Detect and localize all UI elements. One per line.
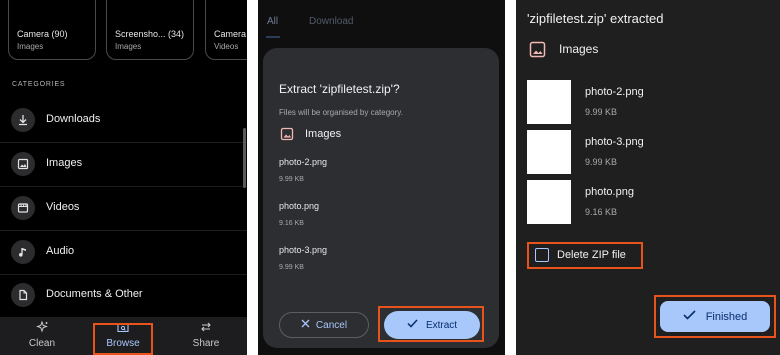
category-downloads[interactable]: Downloads (0, 99, 247, 142)
file-name: photo.png (279, 201, 320, 211)
categories-heading: CATEGORIES (12, 81, 66, 88)
dialog-title: Extract 'zipfiletest.zip'? (279, 82, 400, 96)
folder-type: Images (115, 42, 142, 51)
category-audio[interactable]: Audio (0, 231, 247, 274)
download-icon (11, 108, 35, 132)
section-heading: Images (305, 128, 342, 140)
scrollbar[interactable] (243, 128, 246, 188)
category-documents[interactable]: Documents & Other (0, 274, 247, 317)
swap-arrows-icon (199, 322, 213, 336)
category-images[interactable]: Images (0, 143, 247, 186)
tab-indicator (266, 36, 280, 38)
tab-all[interactable]: All (267, 16, 278, 27)
nav-share[interactable]: Share (176, 321, 236, 349)
file-thumbnail (527, 180, 571, 224)
file-size: 9.99 KB (585, 157, 618, 167)
nav-clean[interactable]: Clean (12, 320, 72, 349)
highlight-box-delete-zip (527, 242, 643, 269)
category-videos[interactable]: Videos (0, 187, 247, 230)
file-size: 9.16 KB (585, 207, 618, 217)
file-name: photo-2.png (279, 157, 328, 167)
category-label: Downloads (46, 113, 101, 125)
file-name[interactable]: photo.png (585, 186, 634, 198)
file-size: 9.99 KB (279, 264, 304, 271)
tab-download[interactable]: Download (309, 16, 353, 27)
category-label: Videos (46, 201, 80, 213)
highlight-box-finished (654, 295, 776, 338)
category-label: Images (46, 157, 83, 169)
sparkle-icon (35, 320, 49, 336)
folder-card-screenshots[interactable]: Screensho... (34) Images (106, 0, 194, 60)
highlight-box-browse (93, 323, 153, 355)
category-label: Documents & Other (46, 288, 143, 300)
files-browse-screen: Camera (90) Images Screensho... (34) Ima… (0, 0, 247, 355)
image-icon (529, 41, 546, 63)
dialog-subtitle: Files will be organised by category. (279, 108, 403, 117)
file-thumbnail (527, 80, 571, 124)
file-size: 9.99 KB (279, 176, 304, 183)
cancel-label: Cancel (315, 319, 348, 331)
folder-card-camera[interactable]: Camera (90) Images (8, 0, 96, 60)
audio-icon (11, 240, 35, 264)
folder-name: Screensho... (34) (115, 29, 185, 39)
folder-name: Camera (214, 29, 247, 39)
image-icon (280, 127, 294, 146)
file-size: 9.16 KB (279, 220, 304, 227)
file-size: 9.99 KB (585, 107, 618, 117)
file-name: photo-3.png (279, 245, 328, 255)
extracted-title: 'zipfiletest.zip' extracted (527, 11, 664, 26)
file-name[interactable]: photo-3.png (585, 136, 644, 148)
folder-card-camera-videos[interactable]: Camera Videos (205, 0, 247, 60)
cancel-button[interactable]: Cancel (279, 312, 369, 338)
nav-label: Share (192, 338, 220, 349)
close-icon (301, 319, 310, 331)
document-icon (11, 283, 35, 307)
folder-type: Images (17, 42, 44, 51)
image-icon (11, 152, 35, 176)
video-icon (11, 196, 35, 220)
file-thumbnail (527, 130, 571, 174)
nav-label: Clean (28, 338, 56, 349)
folder-type: Videos (214, 42, 239, 51)
category-label: Audio (46, 245, 75, 257)
section-heading: Images (559, 42, 599, 56)
file-name[interactable]: photo-2.png (585, 86, 644, 98)
highlight-box-extract (378, 306, 484, 342)
folder-name: Camera (90) (17, 29, 68, 39)
